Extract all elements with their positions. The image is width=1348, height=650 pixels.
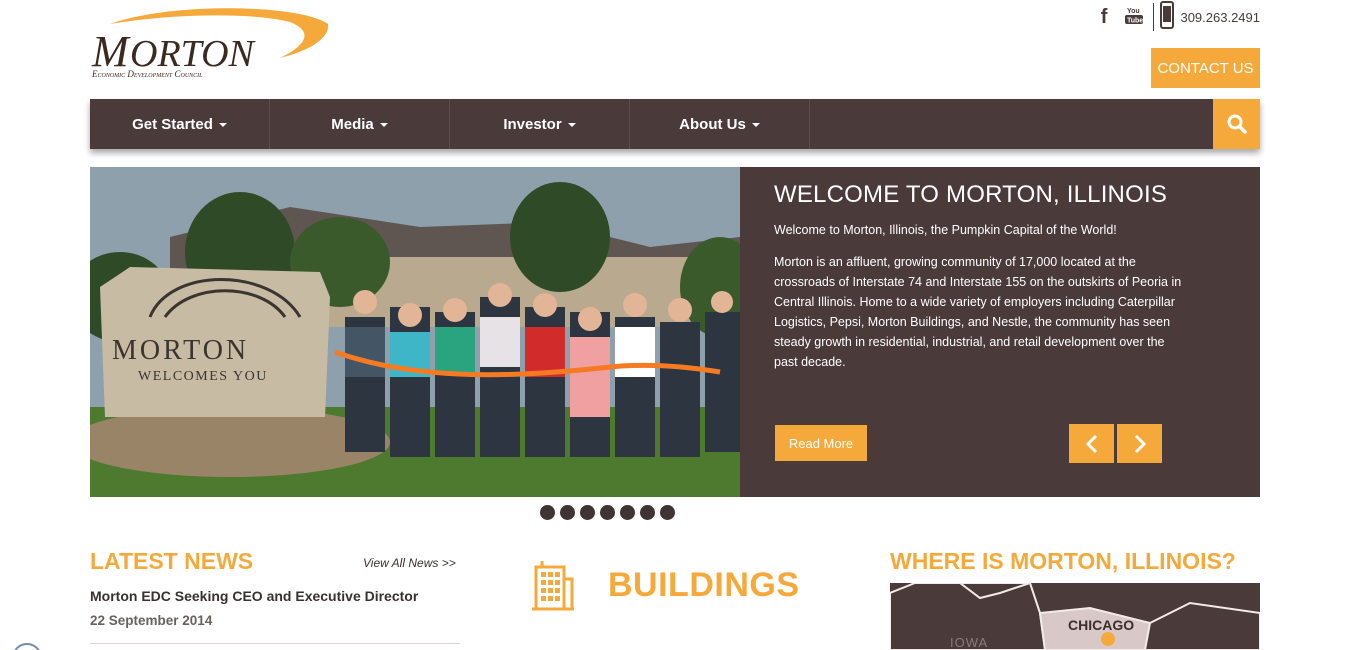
- slider-pagination: [540, 505, 675, 520]
- slider-dot[interactable]: [580, 505, 595, 520]
- caret-down-icon: [567, 123, 576, 127]
- logo-tagline: Economic Development Council: [91, 69, 203, 79]
- slider-next-button[interactable]: [1117, 424, 1162, 463]
- slide-body-text: Morton is an affluent, growing community…: [774, 255, 1182, 369]
- slide-photo: MORTON WELCOMES YOU: [90, 167, 740, 497]
- svg-text:You: You: [1127, 8, 1140, 15]
- svg-text:Tube: Tube: [1127, 17, 1143, 24]
- slider-dot[interactable]: [540, 505, 555, 520]
- youtube-icon[interactable]: You Tube: [1125, 5, 1144, 30]
- news-divider: [90, 643, 460, 644]
- facebook-icon[interactable]: f: [1101, 6, 1108, 29]
- nav-item-label: Media: [331, 115, 374, 133]
- nav-item-get-started[interactable]: Get Started: [90, 99, 270, 149]
- map-label-iowa: IOWA: [950, 635, 989, 650]
- mobile-phone-icon: [1160, 0, 1175, 34]
- nav-item-label: Investor: [503, 115, 562, 133]
- social-bar: f You Tube 309.263.2491: [1101, 0, 1260, 34]
- search-icon: [1227, 114, 1247, 134]
- slider-prev-button[interactable]: [1069, 424, 1114, 463]
- nav-item-investor[interactable]: Investor: [450, 99, 630, 149]
- news-item-date: 22 September 2014: [90, 613, 213, 628]
- read-more-button[interactable]: Read More: [775, 425, 867, 461]
- where-is-morton-heading: WHERE IS MORTON, ILLINOIS?: [890, 548, 1236, 574]
- caret-down-icon: [218, 123, 227, 127]
- slider-dot[interactable]: [620, 505, 635, 520]
- news-item-headline[interactable]: Morton EDC Seeking CEO and Executive Dir…: [90, 588, 418, 604]
- social-divider: [1153, 3, 1155, 31]
- caret-down-icon: [751, 123, 760, 127]
- slide-lead-text: Welcome to Morton, Illinois, the Pumpkin…: [774, 223, 1117, 237]
- slide-caption-panel: WELCOME TO MORTON, ILLINOIS Welcome to M…: [740, 167, 1260, 497]
- main-nav: Get Started Media Investor About Us: [90, 99, 1260, 149]
- chevron-left-icon: [1085, 434, 1097, 453]
- search-button[interactable]: [1213, 99, 1260, 149]
- latest-news-heading: LATEST NEWS: [90, 548, 254, 574]
- slider-dot[interactable]: [600, 505, 615, 520]
- slider-dot[interactable]: [660, 505, 675, 520]
- nav-item-about-us[interactable]: About Us: [630, 99, 810, 149]
- sign-text-morton: MORTON: [112, 335, 249, 366]
- nav-item-media[interactable]: Media: [270, 99, 450, 149]
- chevron-right-icon: [1134, 434, 1146, 453]
- accessibility-icon[interactable]: [12, 643, 42, 650]
- building-icon: [530, 561, 576, 616]
- sign-text-welcomes: WELCOMES YOU: [138, 369, 268, 384]
- buildings-heading[interactable]: BUILDINGS: [608, 566, 800, 605]
- slider-dot[interactable]: [640, 505, 655, 520]
- slider-dot[interactable]: [560, 505, 575, 520]
- nav-item-label: Get Started: [132, 115, 213, 133]
- slide-title: WELCOME TO MORTON, ILLINOIS: [774, 181, 1168, 208]
- map-label-chicago: CHICAGO: [1068, 617, 1135, 633]
- morton-edc-logo[interactable]: M ORTON Economic Development Council: [90, 6, 335, 82]
- contact-us-button[interactable]: CONTACT US: [1151, 48, 1260, 88]
- view-all-news-link[interactable]: View All News >>: [363, 556, 456, 570]
- location-map[interactable]: CHICAGO IOWA: [890, 583, 1260, 650]
- phone-number[interactable]: 309.263.2491: [1180, 10, 1260, 25]
- nav-item-label: About Us: [679, 115, 746, 133]
- caret-down-icon: [379, 123, 388, 127]
